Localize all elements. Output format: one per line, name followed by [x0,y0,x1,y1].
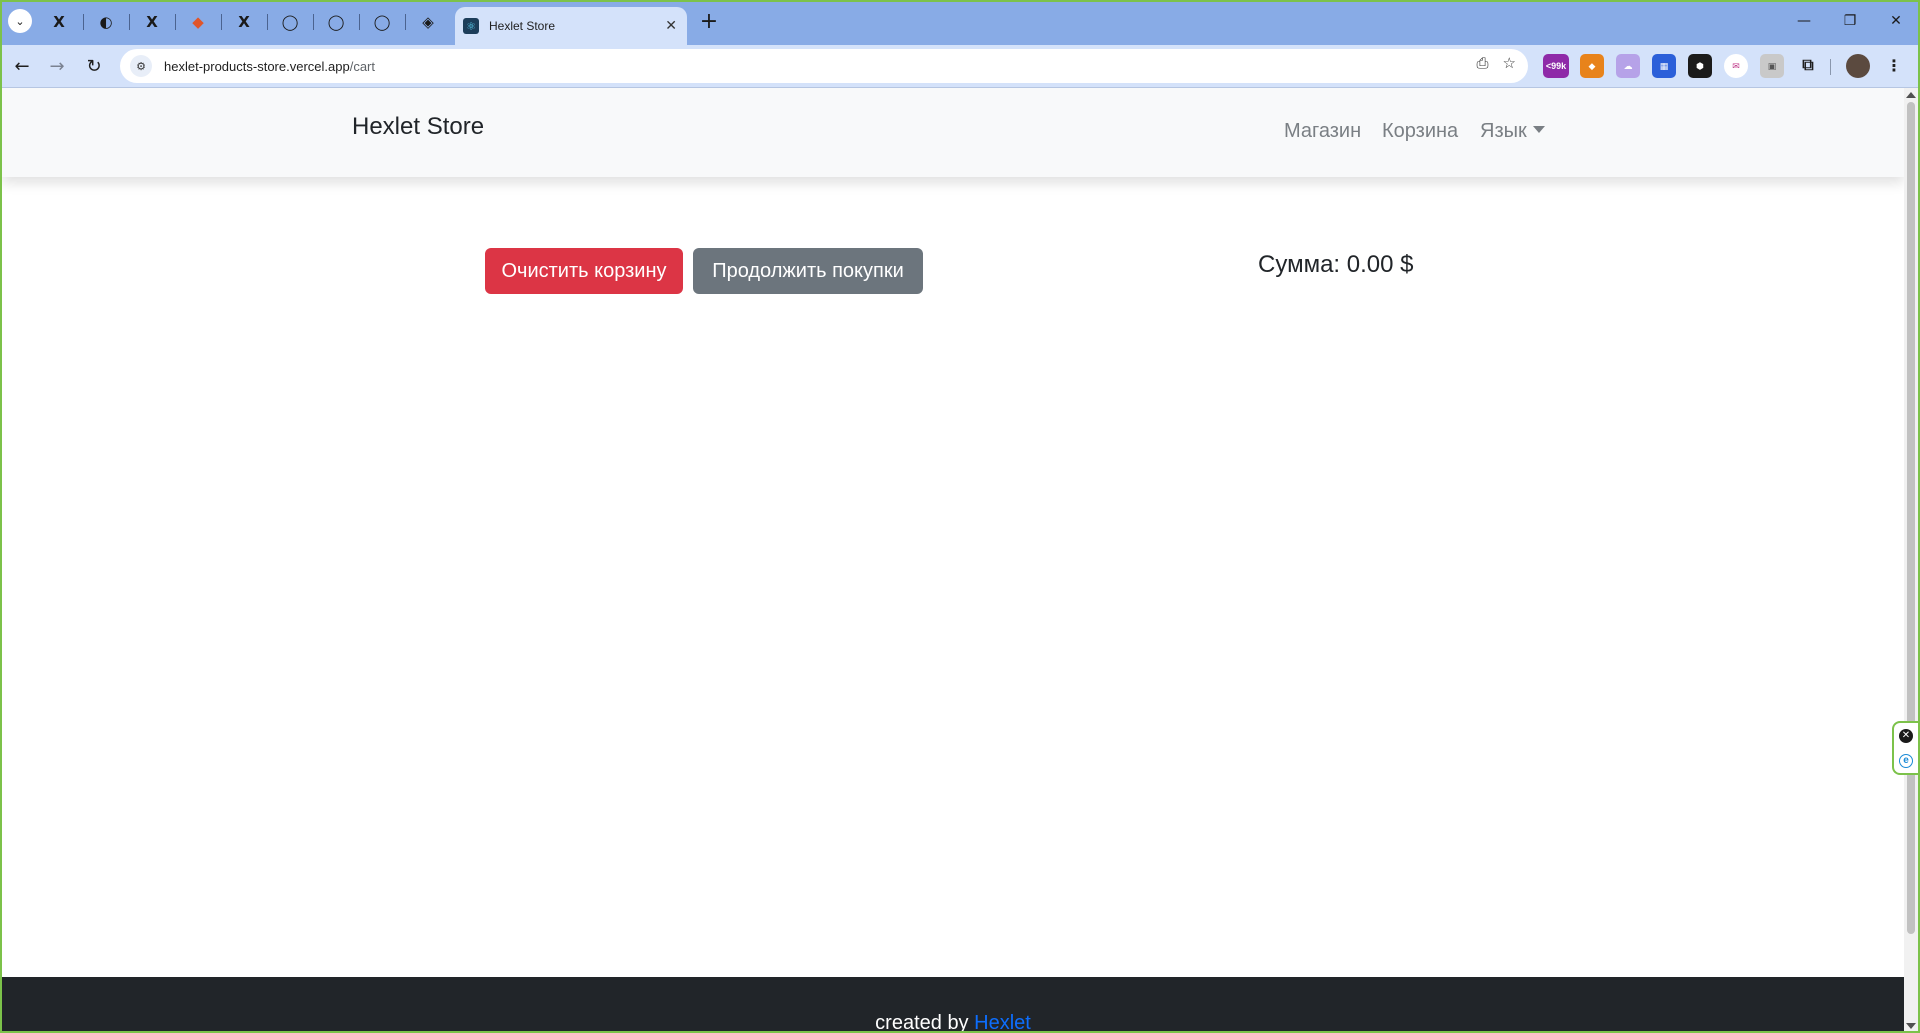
tab-separator [267,14,268,30]
arrow-left-icon: ← [14,55,30,77]
address-bar-actions: ⎙ ☆ [1477,54,1516,72]
tab-title: Hexlet Store [489,19,556,33]
clear-cart-button[interactable]: Очистить корзину [485,248,683,294]
tab-separator [221,14,222,30]
language-dropdown-label: Язык [1480,120,1527,142]
github-icon: ◯ [281,13,299,31]
restore-icon: ❐ [1843,13,1857,29]
site-info-icon[interactable]: ⚙ [130,55,152,77]
reload-button[interactable]: ↻ [80,52,108,80]
chevron-down-icon: ⌄ [15,14,25,28]
git-icon: ◆ [192,13,204,31]
footer-prefix: created by [875,1012,969,1033]
pinned-tab-2[interactable]: ◐ [92,8,120,36]
arrow-right-icon: → [49,55,65,77]
extension-badge-icon[interactable]: <99k [1543,54,1569,78]
x-icon: X [146,13,158,31]
footer-hexlet-link[interactable]: Hexlet [974,1012,1031,1033]
pinned-tab-9[interactable]: ◈ [414,8,442,36]
site-navbar: Hexlet Store Магазин Корзина Язык [2,88,1904,177]
page-scrollbar[interactable] [1904,88,1918,1033]
close-window-button[interactable]: ✕ [1873,8,1919,34]
minimize-button[interactable]: — [1781,8,1827,34]
extension-hex-icon[interactable]: ⬢ [1688,54,1712,78]
bookmark-star-icon[interactable]: ☆ [1503,54,1516,72]
tab-separator [83,14,84,30]
close-icon: ✕ [1890,13,1902,29]
profile-avatar[interactable] [1846,54,1870,78]
install-app-icon[interactable]: ⎙ [1477,54,1489,72]
widget-logo-icon[interactable]: e [1899,753,1913,768]
forward-button[interactable]: → [43,52,71,80]
plus-icon: + [699,8,719,34]
pinned-tab-7[interactable]: ◯ [322,8,350,36]
github-icon: ◯ [327,13,345,31]
scroll-up-arrow-icon[interactable] [1906,92,1916,98]
url-path: /cart [349,58,375,74]
minimize-icon: — [1797,13,1811,29]
site-brand[interactable]: Hexlet Store [352,113,484,141]
tab-separator [359,14,360,30]
tab-separator [129,14,130,30]
extension-cloud-icon[interactable]: ☁ [1616,54,1640,78]
url-text[interactable]: hexlet-products-store.vercel.app/cart [164,59,375,74]
extension-mail-icon[interactable]: ✉ [1724,54,1748,78]
extension-puzzle-tile-icon[interactable]: ▣ [1760,54,1784,78]
restore-button[interactable]: ❐ [1827,8,1873,34]
pinned-tab-4[interactable]: ◆ [184,8,212,36]
new-tab-button[interactable]: + [696,8,722,34]
extensions-icon[interactable]: ⧉ [1796,54,1820,78]
page-viewport: Hexlet Store Магазин Корзина Язык Очисти… [2,88,1904,1033]
site-footer: created by Hexlet [2,977,1904,1033]
reload-icon: ↻ [86,55,102,77]
nav-link-cart[interactable]: Корзина [1382,120,1458,143]
x-icon: X [53,13,65,31]
cart-total: Сумма: 0.00 $ [1258,251,1414,278]
scroll-thumb[interactable] [1907,102,1915,934]
continue-shopping-button[interactable]: Продолжить покупки [693,248,923,294]
caret-down-icon [1532,126,1545,133]
globe-icon: ◐ [99,13,113,31]
compass-icon: ◈ [422,13,434,31]
github-icon: ◯ [373,13,391,31]
close-icon[interactable]: ✕ [665,18,677,34]
pinned-tab-6[interactable]: ◯ [276,8,304,36]
menu-kebab-icon[interactable]: ⋮ [1882,54,1906,78]
tab-separator [175,14,176,30]
url-host: hexlet-products-store.vercel.app [164,58,350,74]
language-dropdown[interactable]: Язык [1480,120,1545,143]
toolbar-divider [1830,59,1831,75]
pinned-tab-3[interactable]: X [138,8,166,36]
metamask-icon[interactable]: ◆ [1580,54,1604,78]
close-circle-icon[interactable]: ✕ [1899,728,1913,743]
browser-toolbar: ← → ↻ ⚙ hexlet-products-store.vercel.app… [0,45,1920,88]
tab-separator [313,14,314,30]
side-widget: ✕ e [1892,721,1918,775]
pinned-tab-1[interactable]: X [45,8,73,36]
pinned-tab-5[interactable]: X [230,8,258,36]
active-tab[interactable]: ⚛ Hexlet Store ✕ [455,7,687,45]
back-button[interactable]: ← [8,52,36,80]
react-icon: ⚛ [463,18,479,34]
tab-separator [405,14,406,30]
scroll-down-arrow-icon[interactable] [1906,1023,1916,1029]
x-icon: X [238,13,250,31]
tab-strip: ⌄ X ◐ X ◆ X ◯ ◯ ◯ ◈ ⚛ Hexlet Store ✕ + —… [0,0,1920,45]
nav-link-shop[interactable]: Магазин [1284,120,1361,143]
pinned-tab-8[interactable]: ◯ [368,8,396,36]
address-bar[interactable]: ⚙ hexlet-products-store.vercel.app/cart … [120,49,1528,83]
extension-cast-icon[interactable]: ▦ [1652,54,1676,78]
tab-search-button[interactable]: ⌄ [8,9,32,33]
